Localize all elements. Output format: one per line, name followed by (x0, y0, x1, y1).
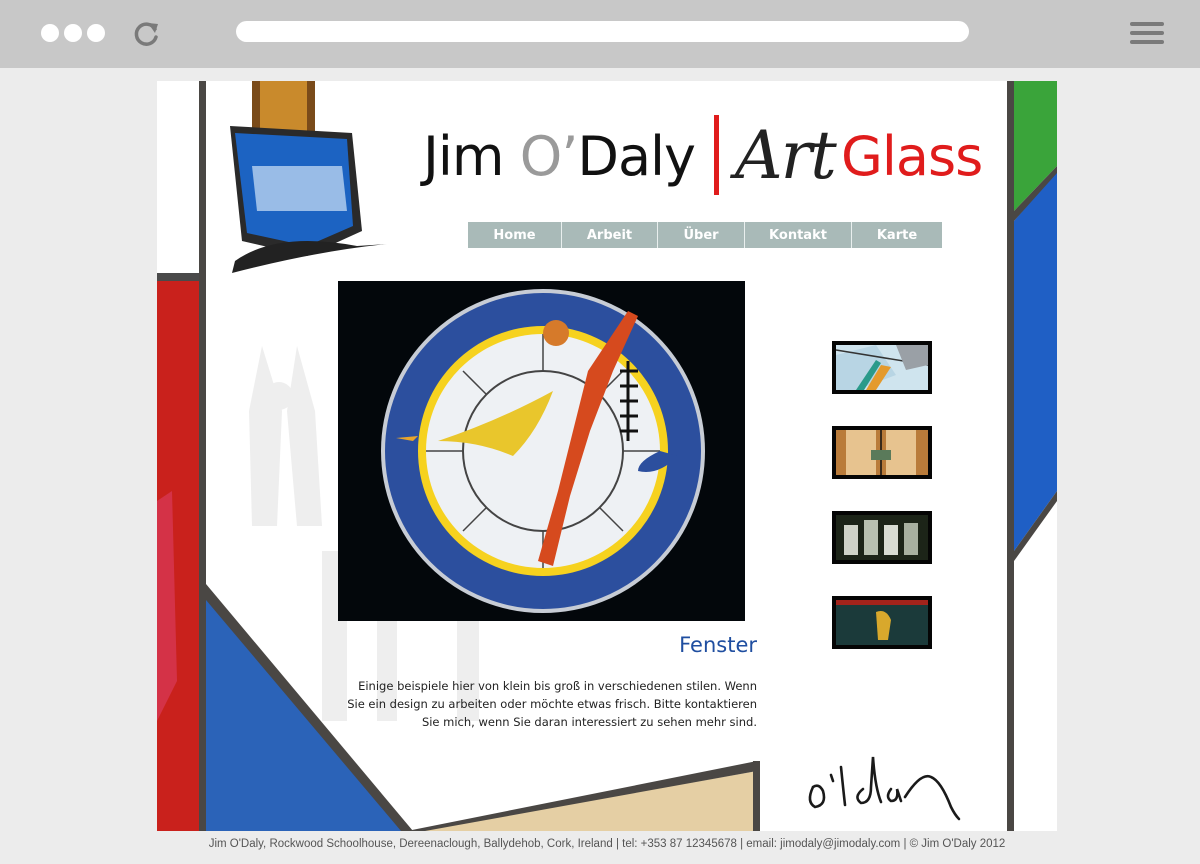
nav-item-ueber[interactable]: Über (658, 222, 745, 248)
section-title: Fenster (679, 633, 757, 657)
window-dot-icon[interactable] (64, 24, 82, 42)
site-footer: Jim O'Daly, Rockwood Schoolhouse, Dereen… (208, 838, 1006, 850)
nav-item-home[interactable]: Home (468, 222, 562, 248)
artist-signature (808, 756, 961, 821)
thumbnail-4[interactable] (832, 596, 932, 649)
logo-name: Jim O’Daly (423, 125, 696, 188)
thumbnail-2[interactable] (832, 426, 932, 479)
web-page: Jim O’Daly Art Glass Home Arbeit Über Ko… (157, 81, 1057, 831)
reload-icon[interactable] (133, 20, 161, 48)
logo-divider (714, 115, 719, 195)
thumbnail-1[interactable] (832, 341, 932, 394)
nav-item-karte[interactable]: Karte (852, 222, 942, 248)
site-logo[interactable]: Jim O’Daly Art Glass (423, 111, 983, 201)
main-nav: Home Arbeit Über Kontakt Karte (468, 222, 942, 248)
nav-item-arbeit[interactable]: Arbeit (562, 222, 658, 248)
logo-art: Art (735, 117, 837, 194)
window-dot-icon[interactable] (87, 24, 105, 42)
thumbnail-3[interactable] (832, 511, 932, 564)
window-dot-icon[interactable] (41, 24, 59, 42)
address-bar[interactable] (236, 21, 969, 42)
logo-glass: Glass (841, 125, 983, 188)
hamburger-menu-icon[interactable] (1130, 22, 1164, 44)
window-controls (41, 24, 105, 42)
section-description: Einige beispiele hier von klein bis groß… (347, 679, 757, 729)
nav-item-kontakt[interactable]: Kontakt (745, 222, 852, 248)
featured-window-photo (338, 281, 745, 621)
browser-chrome (0, 0, 1200, 68)
